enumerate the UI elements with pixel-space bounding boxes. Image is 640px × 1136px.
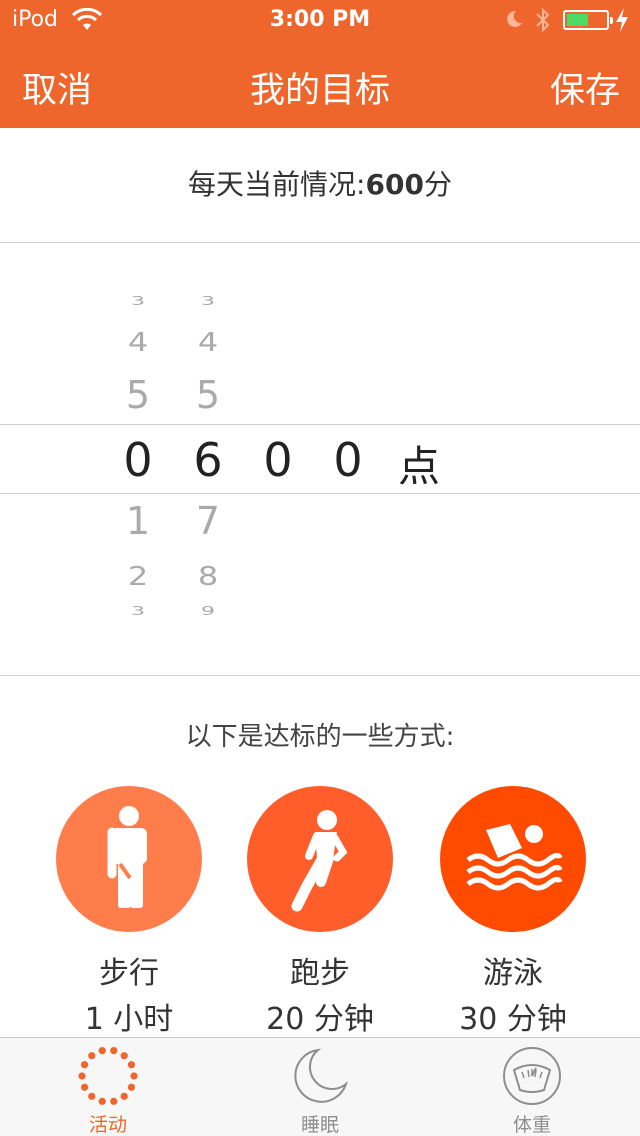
- walking-circle: [56, 786, 202, 932]
- tab-label: 活动: [88, 1114, 127, 1136]
- running-icon: [291, 810, 348, 912]
- current-unit: 分: [423, 168, 452, 201]
- swimming-circle: [440, 786, 586, 932]
- tab-activity[interactable]: 活动: [48, 1044, 168, 1136]
- picker-value: 3: [131, 604, 145, 619]
- tab-sleep[interactable]: 睡眠: [260, 1044, 380, 1136]
- cancel-button[interactable]: 取消: [22, 62, 92, 113]
- picker-value: 1: [125, 499, 151, 543]
- activity-dot: [80, 1061, 89, 1069]
- divider: [0, 675, 640, 676]
- picker-column-4[interactable]: 0: [318, 243, 378, 675]
- current-label: 每天当前情况:: [188, 168, 366, 201]
- activity-dot: [120, 1092, 128, 1100]
- picker-suffix: 点: [398, 442, 441, 491]
- way-running[interactable]: 跑步 20 分钟: [247, 786, 393, 1038]
- current-value: 600: [365, 168, 424, 201]
- moon-icon: [294, 1048, 349, 1103]
- battery-nub: [610, 17, 613, 24]
- activity-dot: [80, 1083, 89, 1091]
- way-duration: 1 小时: [84, 1002, 174, 1037]
- battery-icon: [563, 10, 613, 30]
- activity-dot: [88, 1092, 96, 1100]
- activity-dot: [88, 1052, 96, 1060]
- picker-value: 5: [125, 373, 151, 417]
- walking-icon: [107, 806, 147, 908]
- running-circle: [247, 786, 393, 932]
- activity-dot: [120, 1052, 128, 1060]
- activity-dot: [130, 1072, 138, 1080]
- picker-value: 4: [127, 326, 149, 358]
- battery-fill: [567, 14, 588, 26]
- activity-dot: [98, 1047, 106, 1055]
- activity-dot: [110, 1047, 118, 1055]
- page-title: 我的目标: [249, 71, 390, 111]
- way-walking[interactable]: 步行 1 小时: [56, 786, 202, 1038]
- activity-dot: [127, 1061, 136, 1069]
- way-name: 步行: [99, 956, 159, 991]
- picker-value: 5: [195, 373, 221, 417]
- activity-dot: [110, 1097, 118, 1105]
- picker-value: 3: [131, 294, 145, 309]
- picker-column-3[interactable]: 0: [248, 243, 308, 675]
- save-button[interactable]: 保存: [550, 62, 620, 113]
- activity-dots-icon: [78, 1047, 138, 1105]
- tab-weight[interactable]: 体重: [472, 1044, 592, 1136]
- picker-value: 9: [201, 604, 215, 619]
- navigation-bar: 取消 我的目标 保存: [0, 40, 640, 128]
- tab-label: 睡眠: [300, 1114, 339, 1136]
- picker-value: 3: [201, 294, 215, 309]
- way-duration: 20 分钟: [266, 1002, 374, 1037]
- picker-value: 4: [197, 326, 219, 358]
- ways-title: 以下是达标的一些方式:: [185, 722, 455, 752]
- way-name: 游泳: [483, 956, 543, 991]
- activity-dot: [127, 1083, 136, 1091]
- activity-dot: [78, 1072, 86, 1080]
- picker-selected-value: 0: [123, 433, 153, 487]
- picker-column-2[interactable]: 3 4 5 6 7 8 9: [178, 243, 238, 675]
- way-swimming[interactable]: 游泳 30 分钟: [440, 786, 586, 1038]
- picker-value: 2: [127, 560, 149, 592]
- picker-selected-value: 6: [193, 433, 223, 487]
- scale-icon: [503, 1047, 561, 1105]
- top-bar: iPod 3:00 PM 取消 我的目标 保存: [0, 0, 640, 128]
- status-bar: iPod 3:00 PM: [0, 0, 640, 40]
- picker-value: 7: [195, 499, 221, 543]
- charging-bolt-icon: [616, 8, 628, 32]
- activity-dot: [98, 1097, 106, 1105]
- time-picker[interactable]: 3 4 5 0 1 2 3 3 4 5 6 7 8 9 0 0 点: [0, 243, 640, 675]
- way-duration: 30 分钟: [459, 1002, 567, 1037]
- tab-bar: 活动 睡眠 体重: [0, 1037, 640, 1136]
- tab-label: 体重: [512, 1114, 551, 1136]
- picker-value: 8: [197, 560, 219, 592]
- bluetooth-icon: [536, 7, 550, 33]
- current-status: 每天当前情况:600分: [0, 128, 640, 242]
- picker-column-1[interactable]: 3 4 5 0 1 2 3: [108, 243, 168, 675]
- do-not-disturb-icon: [507, 10, 522, 27]
- way-name: 跑步: [290, 956, 350, 991]
- swimming-icon: [466, 824, 563, 891]
- picker-selected-value: 0: [333, 433, 363, 487]
- picker-selected-value: 0: [263, 433, 293, 487]
